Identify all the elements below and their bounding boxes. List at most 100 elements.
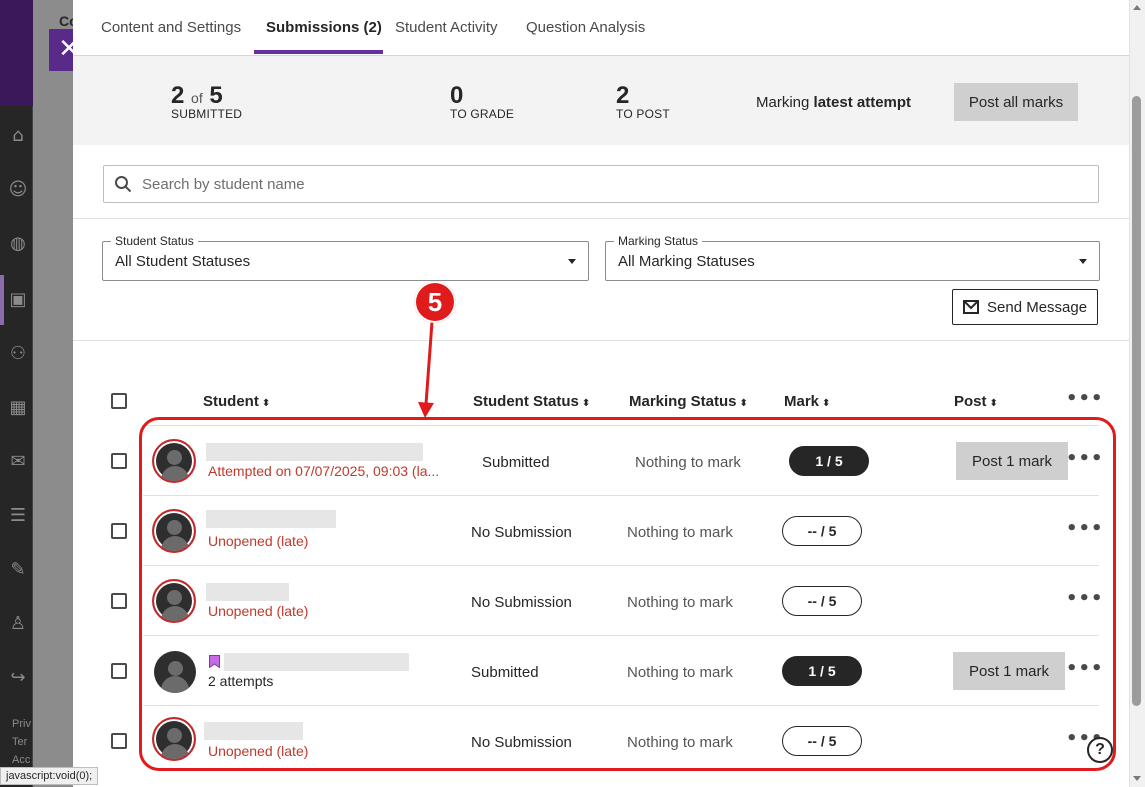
student-status-value: All Student Statuses [115,253,251,270]
marking-status-cell: Nothing to mark [627,524,733,541]
redacted-student-name[interactable] [206,443,423,461]
redacted-student-name[interactable] [206,510,336,528]
student-status-filter[interactable]: Student Status All Student Statuses [102,234,589,281]
tab-submissions[interactable]: Submissions (2) [266,19,382,36]
browser-status-bar: javascript:void(0); [0,767,99,785]
row-more-options-icon[interactable]: ••• [1066,448,1104,469]
profile-icon[interactable]: ☺ [8,180,28,200]
marking-mode-value[interactable]: latest attempt [814,94,912,111]
help-button[interactable]: ? [1087,737,1113,763]
student-status-cell: No Submission [471,524,572,541]
redacted-student-name[interactable] [206,583,289,601]
divider [73,218,1129,219]
row-checkbox[interactable] [111,663,127,679]
courses-icon[interactable]: ▣ [8,290,28,310]
tab-student-activity[interactable]: Student Activity [395,19,498,36]
marking-status-legend: Marking Status [614,234,703,248]
column-header-student-status[interactable]: Student Status ⬍ [473,393,590,410]
active-tab-indicator [254,50,383,54]
tab-bar: Content and Settings Submissions (2) Stu… [73,0,1129,56]
accessibility-link[interactable]: Acc [12,754,30,766]
scroll-down-arrow-icon[interactable] [1133,776,1141,781]
mark-pill[interactable]: -- / 5 [782,586,862,616]
envelope-icon [963,300,979,314]
post-all-marks-button[interactable]: Post all marks [954,83,1078,121]
send-message-label: Send Message [987,299,1088,316]
background-panel: Co [33,0,78,787]
attempt-count[interactable]: 2 attempts [208,673,273,689]
annotation-callout: 5 [414,281,456,323]
grades-icon[interactable]: ☰ [8,506,28,526]
scroll-up-arrow-icon[interactable] [1133,5,1141,10]
mark-pill[interactable]: -- / 5 [782,516,862,546]
row-checkbox[interactable] [111,733,127,749]
attempt-status[interactable]: Unopened (late) [208,533,308,549]
column-header-marking-status[interactable]: Marking Status ⬍ [629,393,748,410]
column-header-post[interactable]: Post ⬍ [954,393,998,410]
search-input[interactable] [142,174,1042,194]
divider [73,340,1129,341]
marking-status-cell: Nothing to mark [627,734,733,751]
mark-pill[interactable]: 1 / 5 [789,446,869,476]
row-divider [143,425,1099,426]
avatar[interactable] [152,439,196,483]
student-status-legend: Student Status [111,234,198,248]
submitted-label: SUBMITTED [171,107,243,121]
to-grade-count: 0 [450,82,464,109]
row-checkbox[interactable] [111,593,127,609]
mark-pill[interactable]: 1 / 5 [782,656,862,686]
row-divider [143,705,1099,706]
messages-icon[interactable]: ✉ [8,452,28,472]
student-status-cell: Submitted [482,454,550,471]
marking-status-cell: Nothing to mark [627,594,733,611]
chevron-down-icon [1079,259,1087,264]
attempt-status[interactable]: Unopened (late) [208,743,308,759]
groups-icon[interactable]: ⚇ [8,344,28,364]
avatar[interactable] [154,651,196,693]
terms-link[interactable]: Ter [12,736,27,748]
row-more-options-icon[interactable]: ••• [1066,658,1104,679]
background-sidebar: ⌂ ☺ ◍ ▣ ⚇ ▦ ✉ ☰ ✎ ♙ ↪ Priv Ter Acc [0,0,33,787]
student-status-cell: No Submission [471,594,572,611]
calendar-icon[interactable]: ▦ [8,398,28,418]
mark-pill[interactable]: -- / 5 [782,726,862,756]
more-options-icon[interactable]: ••• [1066,388,1104,409]
post-mark-button[interactable]: Post 1 mark [956,442,1068,480]
student-status-cell: Submitted [471,664,539,681]
tab-question-analysis[interactable]: Question Analysis [526,19,645,36]
redacted-student-name[interactable] [224,653,409,671]
column-header-mark[interactable]: Mark ⬍ [784,393,830,410]
attempt-status[interactable]: Attempted on 07/07/2025, 09:03 (la... [208,463,439,479]
row-more-options-icon[interactable]: ••• [1066,518,1104,539]
avatar[interactable] [152,579,196,623]
to-grade-label: TO GRADE [450,107,515,121]
scrollbar-thumb[interactable] [1132,96,1141,706]
user-icon[interactable]: ♙ [8,614,28,634]
edit-icon[interactable]: ✎ [8,560,28,580]
avatar[interactable] [152,717,196,761]
post-mark-button[interactable]: Post 1 mark [953,652,1065,690]
institution-icon[interactable]: ⌂ [8,126,28,146]
select-all-checkbox[interactable] [111,393,127,409]
row-more-options-icon[interactable]: ••• [1066,588,1104,609]
send-message-button[interactable]: Send Message [952,289,1098,325]
row-checkbox[interactable] [111,453,127,469]
avatar[interactable] [152,509,196,553]
attempt-status[interactable]: Unopened (late) [208,603,308,619]
marking-mode-label: Marking latest attempt [756,94,912,111]
chevron-down-icon [568,259,576,264]
tab-content-and-settings[interactable]: Content and Settings [101,19,241,36]
sign-out-icon[interactable]: ↪ [8,668,28,688]
redacted-student-name[interactable] [204,722,303,740]
column-header-student[interactable]: Student ⬍ [203,393,270,410]
student-status-cell: No Submission [471,734,572,751]
marking-status-filter[interactable]: Marking Status All Marking Statuses [605,234,1100,281]
search-icon [115,176,132,193]
privacy-link[interactable]: Priv [12,718,31,730]
marking-status-cell: Nothing to mark [635,454,741,471]
globe-icon[interactable]: ◍ [8,234,28,254]
search-box[interactable] [103,165,1099,203]
marking-status-value: All Marking Statuses [618,253,755,270]
sort-icon: ⬍ [989,398,998,409]
row-checkbox[interactable] [111,523,127,539]
